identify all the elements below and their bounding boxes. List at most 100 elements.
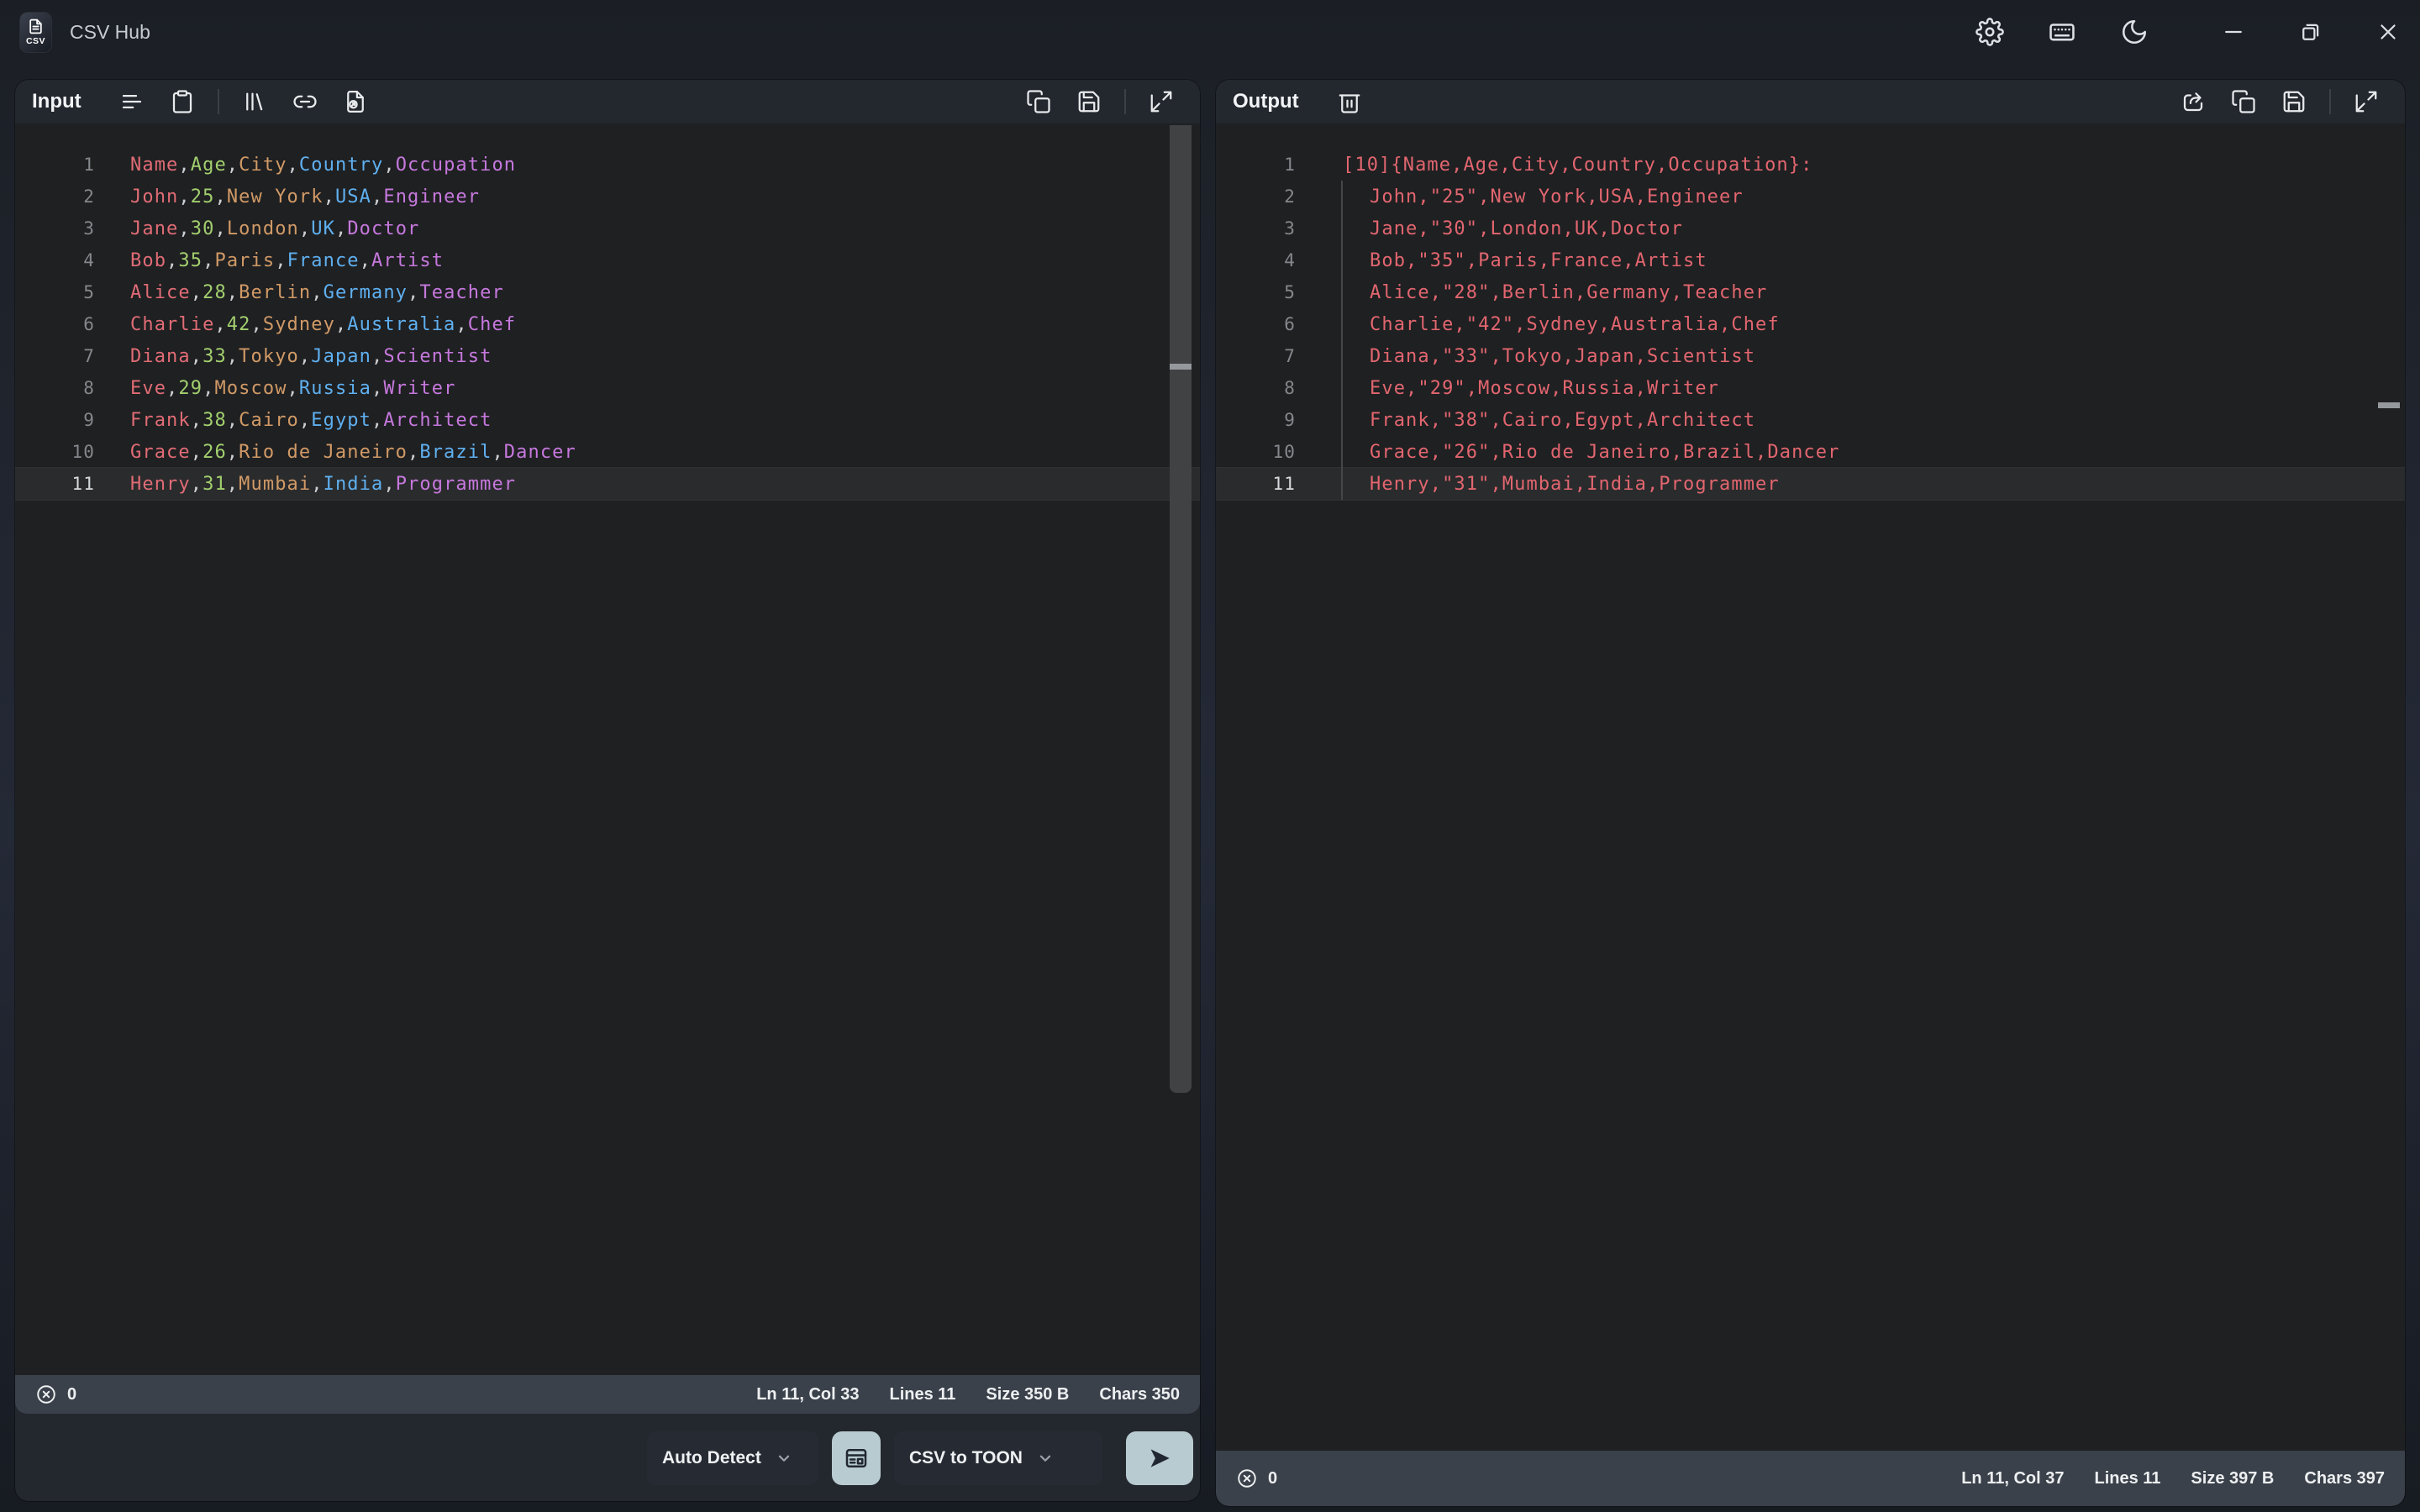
input-line-3: 3 Jane,30,London,UK,Doctor bbox=[15, 213, 1200, 244]
share-output-button[interactable] bbox=[2171, 83, 2215, 120]
line-number: 10 bbox=[15, 442, 95, 462]
output-panel: Output bbox=[1216, 80, 2405, 1506]
format-select[interactable]: Auto Detect bbox=[647, 1431, 818, 1485]
conversion-controls: Auto Detect CSV to TOON bbox=[647, 1431, 1193, 1485]
library-button[interactable] bbox=[233, 83, 276, 120]
theme-toggle-button[interactable] bbox=[2111, 8, 2158, 55]
input-line-9: 9 Frank,38,Cairo,Egypt,Architect bbox=[15, 404, 1200, 436]
output-line-8: 8Eve,"29",Moscow,Russia,Writer bbox=[1216, 372, 2405, 404]
input-line-4: 4Bob,35,Paris,France,Artist bbox=[15, 244, 1200, 276]
line-number: 9 bbox=[15, 410, 95, 430]
toolbar-divider bbox=[218, 89, 219, 114]
input-toolbar: Input bbox=[15, 80, 1200, 123]
load-url-button[interactable] bbox=[283, 83, 327, 120]
error-count-icon bbox=[1236, 1467, 1258, 1489]
paste-button[interactable] bbox=[160, 83, 204, 120]
minimize-button[interactable] bbox=[2210, 8, 2257, 55]
input-line-5: 5Alice,28,Berlin,Germany,Teacher bbox=[15, 276, 1200, 308]
conversion-select[interactable]: CSV to TOON bbox=[894, 1431, 1102, 1485]
app-icon: CSV bbox=[20, 13, 51, 52]
layout-swap-button[interactable] bbox=[832, 1431, 881, 1485]
open-file-button[interactable] bbox=[334, 83, 377, 120]
copy-output-button[interactable] bbox=[2222, 83, 2265, 120]
output-line-6: 6 Charlie,"42",Sydney,Australia,Chef bbox=[1216, 308, 2405, 340]
line-number: 4 bbox=[15, 250, 95, 270]
input-editor[interactable]: 1Name,Age,City,Country,Occupation2John,2… bbox=[15, 123, 1200, 1375]
line-content: Frank,38,Cairo,Egypt,Architect bbox=[130, 410, 492, 431]
line-content: Henry,"31",Mumbai,India,Programmer bbox=[1343, 474, 1780, 495]
link-icon bbox=[292, 89, 318, 114]
input-panel: Input bbox=[15, 80, 1200, 1501]
line-content: Jane,30,London,UK,Doctor bbox=[130, 218, 419, 239]
input-panel-title: Input bbox=[32, 90, 82, 113]
close-button[interactable] bbox=[2365, 8, 2412, 55]
line-content: Eve,"29",Moscow,Russia,Writer bbox=[1343, 378, 1719, 399]
copy-input-button[interactable] bbox=[1017, 83, 1060, 120]
line-number: 6 bbox=[15, 314, 95, 334]
close-icon bbox=[2375, 19, 2401, 45]
toolbar-divider bbox=[1124, 89, 1126, 114]
line-content: Frank,"38",Cairo,Egypt,Architect bbox=[1343, 410, 1755, 431]
line-content: Charlie,"42",Sydney,Australia,Chef bbox=[1343, 314, 1780, 335]
output-line-3: 3Jane,"30",London,UK,Doctor bbox=[1216, 213, 2405, 244]
restore-icon bbox=[2298, 19, 2323, 45]
output-panel-title: Output bbox=[1233, 90, 1299, 113]
input-line-11: 11Henry,31,Mumbai,India,Programmer bbox=[15, 468, 1200, 500]
convert-send-button[interactable] bbox=[1126, 1431, 1193, 1485]
expand-output-button[interactable] bbox=[2344, 83, 2388, 120]
input-scrollbar[interactable] bbox=[1170, 125, 1192, 1093]
line-content: Alice,28,Berlin,Germany,Teacher bbox=[130, 282, 504, 303]
line-number: 1 bbox=[15, 155, 95, 175]
input-line-count: Lines 11 bbox=[889, 1385, 955, 1404]
line-number: 11 bbox=[1216, 474, 1296, 494]
save-output-button[interactable] bbox=[2272, 83, 2316, 120]
clear-output-button[interactable] bbox=[1328, 83, 1371, 120]
line-number: 11 bbox=[15, 474, 95, 494]
maximize-restore-button[interactable] bbox=[2287, 8, 2334, 55]
toolbar-divider bbox=[2329, 89, 2331, 114]
layout-swap-icon bbox=[844, 1446, 869, 1471]
line-number: 3 bbox=[15, 218, 95, 239]
line-number: 2 bbox=[1216, 186, 1296, 207]
line-content: Grace,"26",Rio de Janeiro,Brazil,Dancer bbox=[1343, 442, 1839, 463]
copy-icon bbox=[1026, 89, 1051, 114]
output-statusbar: 0 Ln 11, Col 37 Lines 11 Size 397 B Char… bbox=[1216, 1451, 2405, 1506]
sample-text-icon bbox=[119, 89, 145, 114]
load-sample-button[interactable] bbox=[110, 83, 154, 120]
output-line-2: 2 John,"25",New York,USA,Engineer bbox=[1216, 181, 2405, 213]
settings-button[interactable] bbox=[1966, 8, 2013, 55]
moon-theme-icon bbox=[2120, 18, 2149, 46]
conversion-select-value: CSV to TOON bbox=[909, 1448, 1023, 1468]
expand-icon bbox=[2354, 89, 2379, 114]
trash-icon bbox=[1337, 89, 1362, 114]
line-content: John,25,New York,USA,Engineer bbox=[130, 186, 480, 207]
chevron-down-icon bbox=[1036, 1449, 1055, 1467]
line-content: John,"25",New York,USA,Engineer bbox=[1343, 186, 1744, 207]
library-icon bbox=[242, 89, 267, 114]
input-scroll-marker bbox=[1170, 364, 1192, 370]
app-icon-label: CSV bbox=[26, 37, 45, 46]
line-number: 5 bbox=[1216, 282, 1296, 302]
output-scroll-marker bbox=[2378, 402, 2400, 408]
input-statusbar: 0 Ln 11, Col 33 Lines 11 Size 350 B Char… bbox=[15, 1375, 1200, 1414]
keyboard-shortcuts-button[interactable] bbox=[2039, 8, 2086, 55]
output-toolbar: Output bbox=[1216, 80, 2405, 123]
line-content: Name,Age,City,Country,Occupation bbox=[130, 155, 516, 176]
send-convert-icon bbox=[1146, 1445, 1173, 1472]
app-title: CSV Hub bbox=[70, 21, 150, 44]
format-select-value: Auto Detect bbox=[662, 1448, 761, 1468]
input-line-1: 1 Name,Age,City,Country,Occupation bbox=[15, 149, 1200, 181]
line-number: 6 bbox=[1216, 314, 1296, 334]
copy-icon bbox=[2231, 89, 2256, 114]
output-editor[interactable]: 1[10]{Name,Age,City,Country,Occupation}:… bbox=[1216, 123, 2405, 1451]
expand-input-button[interactable] bbox=[1139, 83, 1183, 120]
output-line-10: 10Grace,"26",Rio de Janeiro,Brazil,Dance… bbox=[1216, 436, 2405, 468]
save-input-button[interactable] bbox=[1067, 83, 1111, 120]
minimize-icon bbox=[2221, 19, 2246, 45]
line-content: Grace,26,Rio de Janeiro,Brazil,Dancer bbox=[130, 442, 576, 463]
expand-icon bbox=[1149, 89, 1174, 114]
keyboard-icon bbox=[2048, 18, 2076, 46]
line-content: Bob,"35",Paris,France,Artist bbox=[1343, 250, 1707, 271]
line-number: 3 bbox=[1216, 218, 1296, 239]
indent-guide bbox=[1341, 181, 1343, 500]
